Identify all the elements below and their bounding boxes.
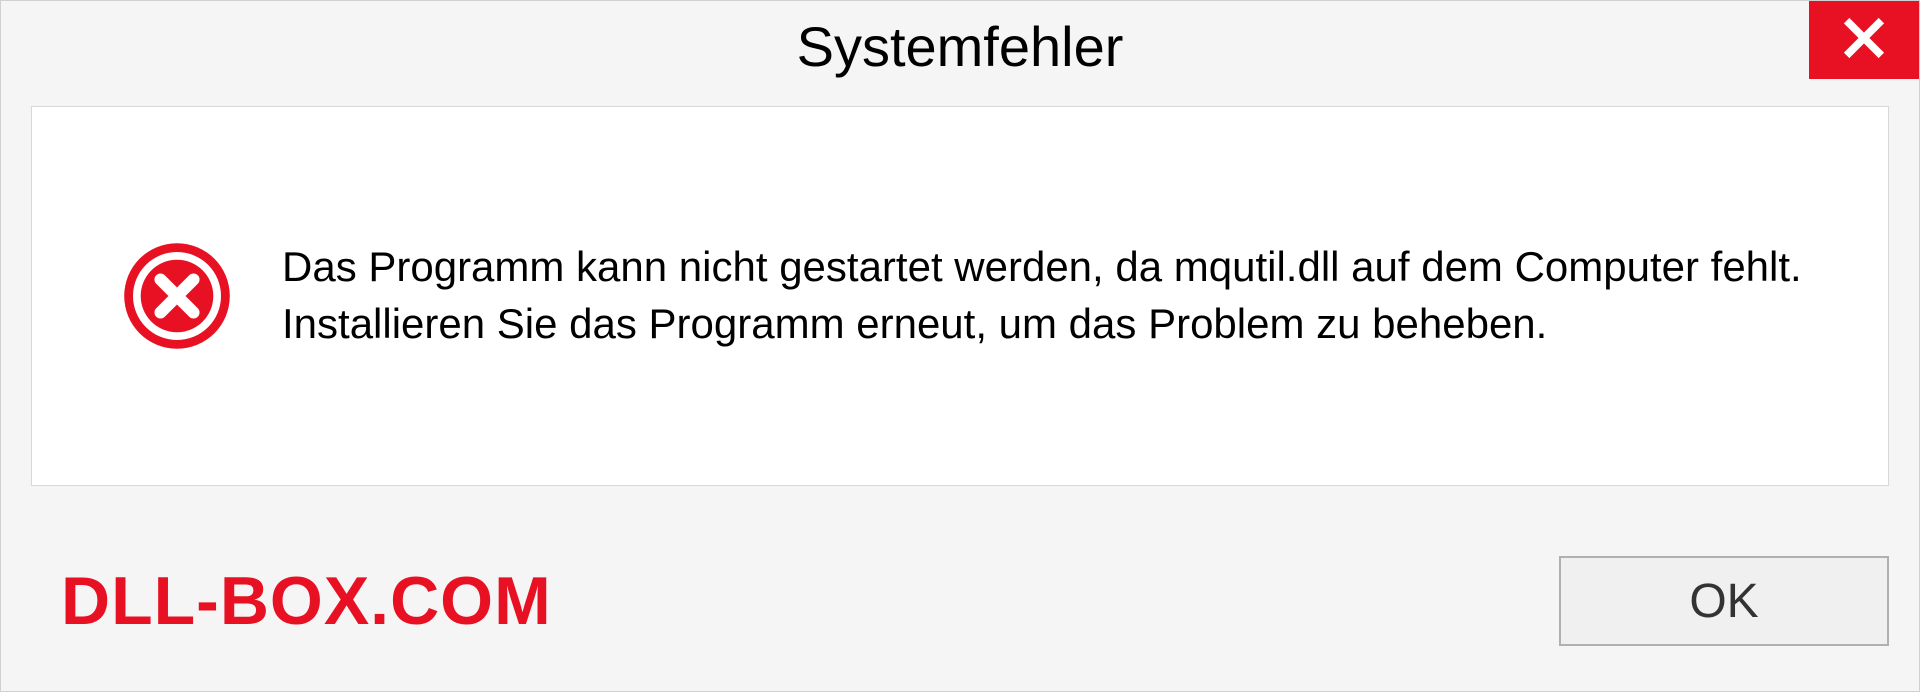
dialog-title: Systemfehler — [797, 14, 1124, 79]
watermark-text: DLL-BOX.COM — [61, 562, 552, 640]
footer-bar: DLL-BOX.COM OK — [31, 541, 1889, 661]
title-bar: Systemfehler — [1, 1, 1919, 91]
message-panel: Das Programm kann nicht gestartet werden… — [31, 106, 1889, 486]
error-dialog: Systemfehler Das Programm kann nicht ges… — [0, 0, 1920, 692]
error-icon — [122, 241, 232, 351]
ok-button[interactable]: OK — [1559, 556, 1889, 646]
close-icon — [1842, 16, 1886, 65]
error-message: Das Programm kann nicht gestartet werden… — [282, 239, 1828, 352]
close-button[interactable] — [1809, 1, 1919, 79]
ok-button-label: OK — [1689, 574, 1758, 629]
